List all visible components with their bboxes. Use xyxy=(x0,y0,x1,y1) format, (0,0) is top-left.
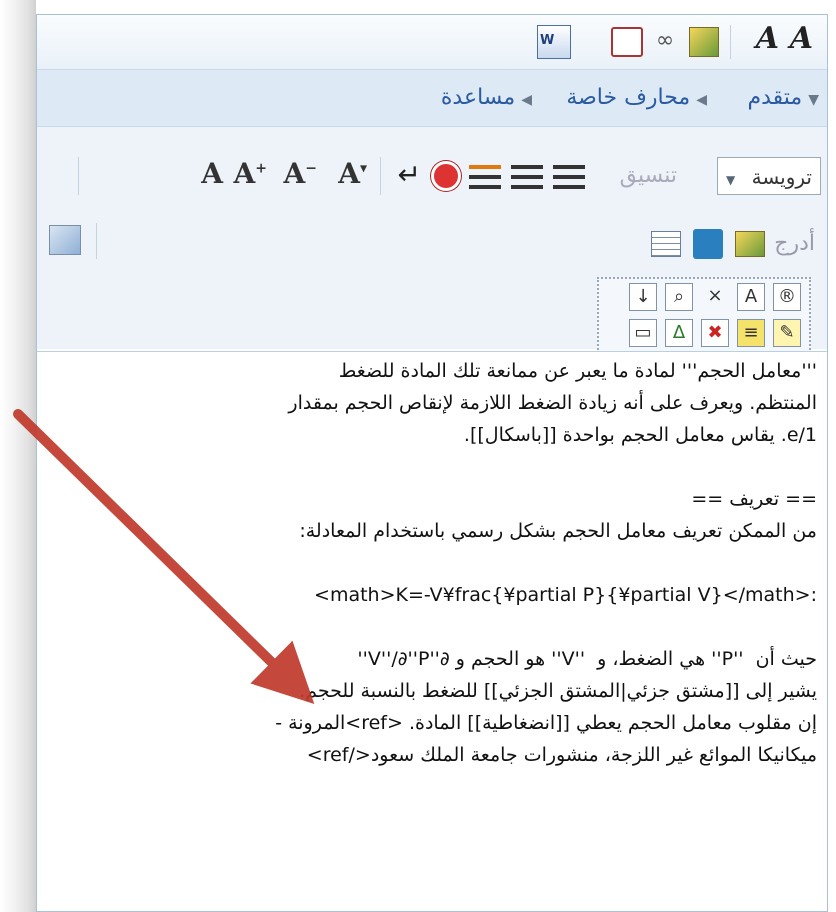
text-line: == تعريف == xyxy=(691,488,817,510)
format-button-3-label: A xyxy=(283,157,306,190)
text-line: المنتظم. ويعرف على أنه زيادة الضغط اللاز… xyxy=(288,392,817,414)
lines-icon[interactable]: ≡ xyxy=(737,319,765,347)
menu-special-chars[interactable]: ◀ محارف خاصة xyxy=(566,85,707,110)
format-button-2-label: A xyxy=(233,157,256,190)
menu-help[interactable]: ◀ مساعدة xyxy=(441,85,532,110)
caret-left-icon: ◀ xyxy=(696,92,707,108)
format-button-1-label: A xyxy=(201,157,223,190)
menu-advanced-label: متقدم xyxy=(747,85,803,110)
numbered-list-icon[interactable] xyxy=(511,165,543,191)
format-button-4[interactable]: A▾ xyxy=(338,157,367,190)
text-line: :<math>K=-V¥frac{¥partial P}{¥partial V}… xyxy=(314,584,817,606)
menu-help-label: مساعدة xyxy=(440,85,516,110)
format-button-4-label: A xyxy=(338,157,360,190)
toolbar-main-row: A A ∞ W xyxy=(37,15,827,70)
font-size-large-button[interactable]: A xyxy=(790,21,813,56)
insert-picture-icon[interactable] xyxy=(735,231,765,257)
indent-icon[interactable] xyxy=(469,165,501,191)
toolbar-separator xyxy=(730,25,731,59)
download-icon[interactable]: ↓ xyxy=(629,283,657,311)
insert-table-icon[interactable] xyxy=(651,231,681,257)
text-line: e/1. يقاس معامل الحجم بواحدة [[باسكال]]. xyxy=(463,424,817,446)
format-button-2[interactable]: A+ xyxy=(234,157,267,190)
text-line: إن مقلوب معامل الحجم يعطي [[انضغاطية]] ا… xyxy=(275,712,817,734)
toolbar-menu-row: ▼ متقدم ◀ محارف خاصة ◀ مساعدة xyxy=(37,70,827,127)
heading-dropdown[interactable]: ترويسة ▼ xyxy=(717,157,821,195)
reference-icon[interactable]: ® xyxy=(773,283,801,311)
menu-advanced[interactable]: ▼ متقدم xyxy=(747,85,819,110)
word-icon[interactable]: W xyxy=(537,25,571,59)
window-icon[interactable]: ▭ xyxy=(629,319,657,347)
format-button-2-sup: + xyxy=(255,160,267,177)
text-line: '''معامل الحجم''' لمادة ما يعبر عن ممانع… xyxy=(338,360,817,382)
close-x-icon[interactable]: × xyxy=(701,283,729,311)
line-break-icon[interactable]: ↵ xyxy=(391,161,421,189)
text-line: ميكانيكا الموائع غير اللزجة، منشورات جام… xyxy=(306,744,817,766)
insert-redirect-icon[interactable] xyxy=(693,229,723,259)
bulleted-list-icon[interactable] xyxy=(553,165,585,191)
format-label: تنسيق xyxy=(619,163,677,188)
wiki-editor: A A ∞ W ▼ متقدم ◀ محارف خاصة ◀ مساعدة ترويس… xyxy=(36,14,828,912)
toolbar-separator xyxy=(78,157,79,195)
format-button-4-sup: ▾ xyxy=(359,160,367,177)
book-icon[interactable] xyxy=(611,27,643,57)
image-icon[interactable] xyxy=(689,27,719,57)
text-line: حيث أن ''P'' هي الضغط، و ''V'' هو الحجم … xyxy=(357,648,817,670)
edit-note-icon[interactable]: ✎ xyxy=(773,319,801,347)
font-size-small-button[interactable]: A xyxy=(756,21,779,56)
text-line: من الممكن تعريف معامل الحجم بشكل رسمي با… xyxy=(299,520,817,542)
text-line: يشير إلى [[مشتق جزئي|المشتق الجزئي]] للض… xyxy=(299,680,817,702)
heading-dropdown-label: ترويسة xyxy=(751,165,812,189)
toolbar-format-row: ترويسة ▼ تنسيق ↵ A▾ A− A+ A أدرج ® A × ⌕… xyxy=(37,127,827,357)
text-size-icon[interactable]: A xyxy=(737,283,765,311)
menu-special-chars-label: محارف خاصة xyxy=(566,85,691,110)
caret-down-icon: ▼ xyxy=(808,92,819,108)
nowiki-icon[interactable] xyxy=(431,161,461,191)
editor-toolbar: A A ∞ W ▼ متقدم ◀ محارف خاصة ◀ مساعدة ترويس… xyxy=(37,15,827,357)
format-button-1[interactable]: A xyxy=(201,157,223,190)
page-shadow xyxy=(0,0,36,912)
format-button-3[interactable]: A− xyxy=(284,157,317,190)
caret-left-icon: ◀ xyxy=(521,92,532,108)
link-icon[interactable]: ∞ xyxy=(649,27,681,57)
chevron-down-icon: ▼ xyxy=(726,173,736,187)
search-doc-icon[interactable]: ⌕ xyxy=(665,283,693,311)
toolbar-separator xyxy=(96,223,97,259)
delete-icon[interactable]: ✖ xyxy=(701,319,729,347)
insert-label: أدرج xyxy=(774,231,815,256)
toolbar-separator xyxy=(380,157,381,195)
special-tools-panel: ® A × ⌕ ↓ ✎ ≡ ✖ Δ ▭ xyxy=(597,277,811,357)
search-replace-icon[interactable] xyxy=(49,225,81,255)
wikitext-textarea[interactable]: '''معامل الحجم''' لمادة ما يعبر عن ممانع… xyxy=(37,351,827,911)
format-button-3-sup: − xyxy=(305,160,317,177)
delta-icon[interactable]: Δ xyxy=(665,319,693,347)
